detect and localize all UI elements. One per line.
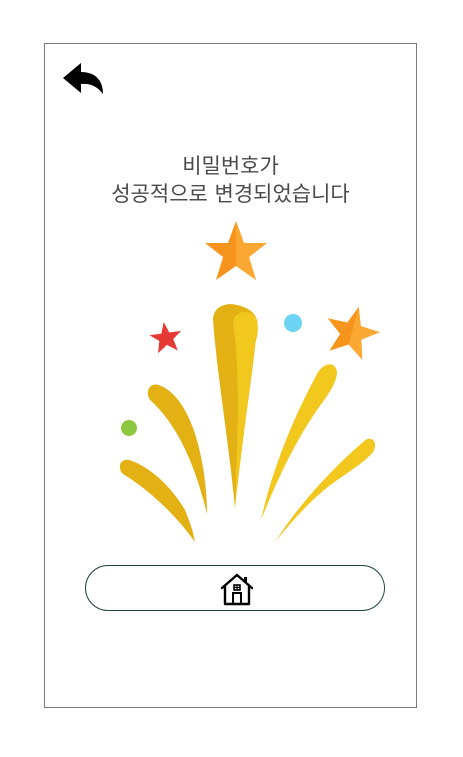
firework-stroke-center bbox=[213, 304, 258, 508]
firework-stroke-right-inner bbox=[261, 364, 337, 520]
screen-frame: 비밀번호가 성공적으로 변경되었습니다 bbox=[44, 43, 417, 708]
home-button[interactable] bbox=[85, 565, 385, 611]
blue-dot bbox=[284, 314, 302, 332]
right-star bbox=[327, 306, 380, 360]
home-icon bbox=[220, 573, 254, 606]
firework-stroke-left-outer bbox=[119, 459, 195, 542]
green-dot bbox=[121, 420, 137, 436]
fireworks-illustration bbox=[119, 221, 380, 542]
red-star bbox=[149, 322, 182, 354]
top-star bbox=[205, 221, 267, 280]
